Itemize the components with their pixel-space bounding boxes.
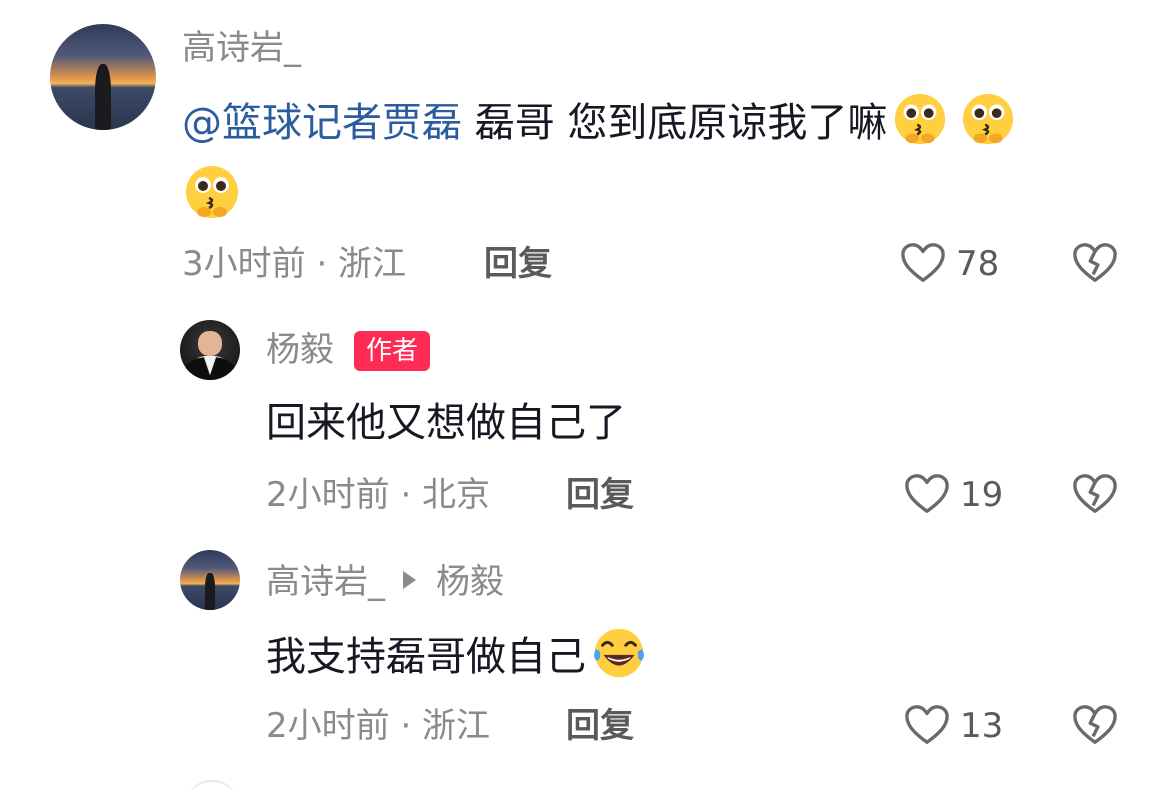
reply-meta: 2小时前 · 浙江 bbox=[266, 706, 491, 746]
pleading-kiss-emoji bbox=[963, 93, 1014, 145]
reply-button[interactable]: 回复 bbox=[566, 473, 634, 517]
comment-body: 磊哥 您到底原谅我了嘛 bbox=[462, 100, 888, 146]
avatar[interactable] bbox=[180, 550, 240, 610]
like-count: 19 bbox=[960, 475, 1004, 515]
comment-username[interactable]: 高诗岩_ bbox=[182, 28, 301, 68]
next-avatar-edge bbox=[190, 780, 234, 812]
dislike-broken-heart-icon[interactable] bbox=[1072, 472, 1118, 516]
author-badge: 作者 bbox=[354, 331, 431, 371]
pleading-kiss-emoji bbox=[186, 166, 238, 218]
reply-username[interactable]: 杨毅 bbox=[266, 330, 334, 370]
heart-icon[interactable] bbox=[900, 241, 946, 285]
like-count: 13 bbox=[960, 706, 1004, 746]
avatar[interactable] bbox=[50, 24, 156, 130]
reply-author[interactable]: 高诗岩_ bbox=[266, 562, 385, 602]
reply-text: 回来他又想做自己了 bbox=[266, 400, 626, 446]
heart-icon[interactable] bbox=[904, 472, 950, 516]
reply-target[interactable]: 杨毅 bbox=[436, 562, 504, 602]
dislike-broken-heart-icon[interactable] bbox=[1072, 703, 1118, 747]
reply-text: 我支持磊哥做自己 bbox=[266, 624, 648, 688]
laughing-tears-emoji bbox=[594, 628, 644, 678]
comment-text: @篮球记者贾磊 磊哥 您到底原谅我了嘛 bbox=[182, 90, 1017, 154]
heart-icon[interactable] bbox=[904, 703, 950, 747]
reply-username: 高诗岩_ 杨毅 bbox=[266, 562, 504, 602]
reply-button[interactable]: 回复 bbox=[566, 704, 634, 748]
reply-meta: 2小时前 · 北京 bbox=[266, 475, 491, 515]
comment-meta: 3小时前 · 浙江 bbox=[182, 244, 407, 284]
mention-link[interactable]: @篮球记者贾磊 bbox=[182, 100, 462, 146]
pleading-kiss-emoji bbox=[895, 93, 946, 145]
reply-body: 我支持磊哥做自己 bbox=[266, 634, 586, 680]
reply-button[interactable]: 回复 bbox=[484, 242, 552, 286]
avatar[interactable] bbox=[180, 320, 240, 380]
like-count: 78 bbox=[956, 244, 1000, 284]
dislike-broken-heart-icon[interactable] bbox=[1072, 241, 1118, 285]
reply-arrow-icon bbox=[403, 571, 416, 589]
